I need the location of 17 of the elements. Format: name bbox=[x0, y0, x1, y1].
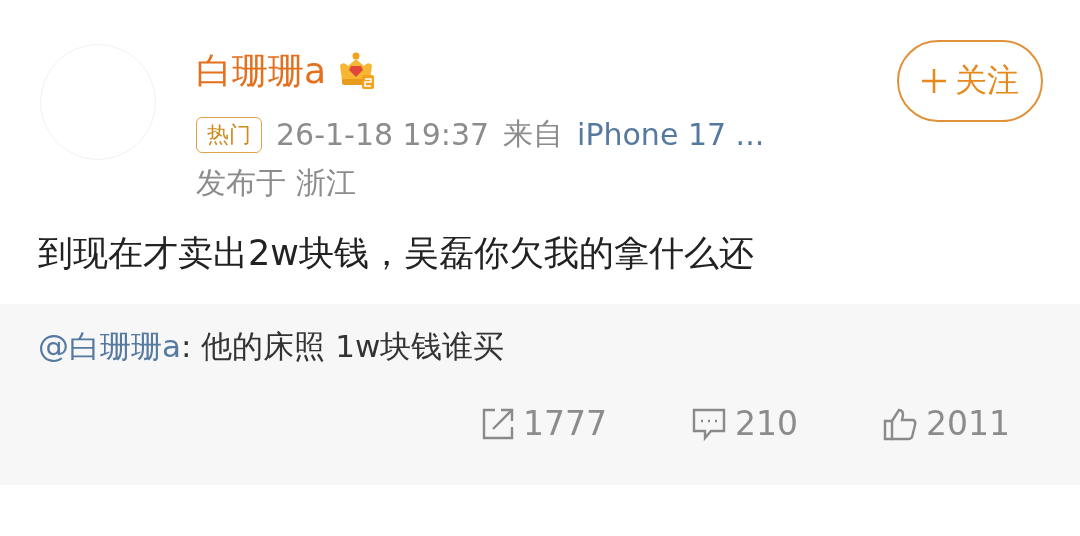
post-time: 26-1-18 19:37 bbox=[276, 117, 490, 152]
plus-icon bbox=[921, 68, 947, 94]
source-label: 来自 bbox=[503, 115, 564, 153]
follow-button[interactable]: 关注 bbox=[897, 40, 1043, 122]
post-text: 到现在才卖出2w块钱，吴磊你欠我的拿什么还 bbox=[37, 232, 755, 275]
user-name[interactable]: 白珊珊a bbox=[196, 46, 327, 96]
thumbs-up-icon[interactable] bbox=[882, 406, 918, 441]
share-icon[interactable] bbox=[481, 406, 516, 441]
action-count: 1777 bbox=[523, 404, 607, 443]
action-count: 2011 bbox=[926, 404, 1010, 443]
comment-icon[interactable] bbox=[691, 406, 727, 441]
action-count: 210 bbox=[735, 404, 798, 443]
repost-text: : 他的床照 1w块钱谁买 bbox=[181, 328, 505, 364]
mention-link[interactable]: @白珊珊a bbox=[38, 328, 181, 364]
source-link[interactable]: iPhone 17 ... bbox=[577, 117, 765, 152]
hot-tag: 热门 bbox=[196, 116, 262, 153]
post-location: 发布于 浙江 bbox=[196, 164, 357, 202]
